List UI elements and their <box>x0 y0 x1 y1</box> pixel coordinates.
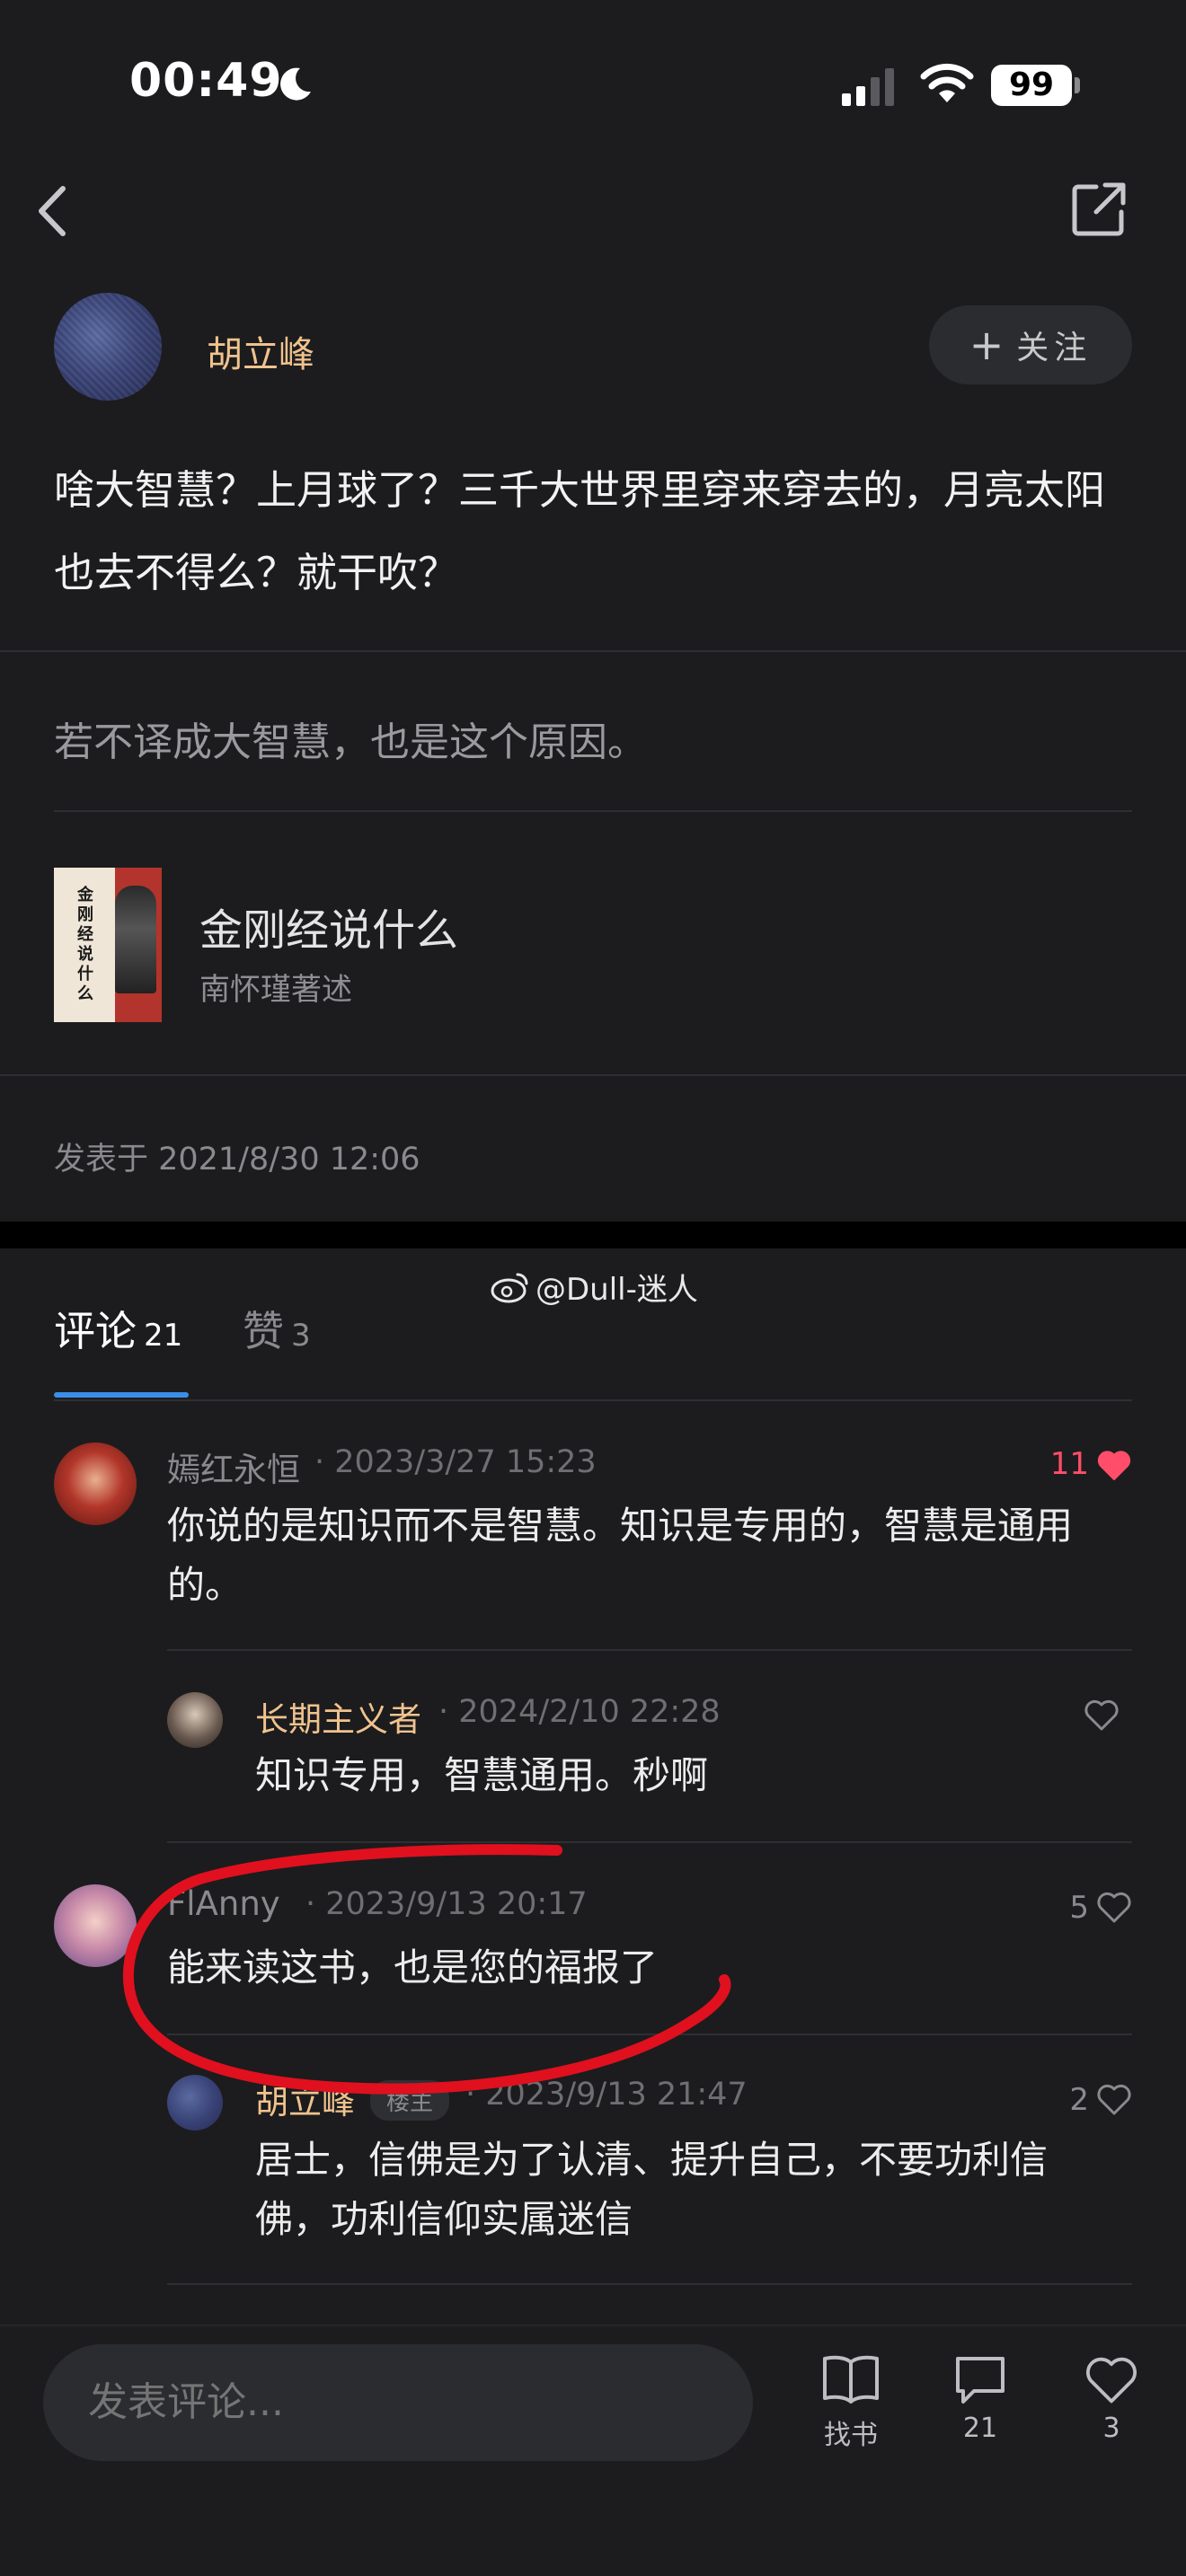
author-avatar[interactable] <box>54 293 162 401</box>
like-button[interactable]: 3 <box>1062 2353 1161 2444</box>
signal-icon <box>842 68 894 106</box>
divider <box>167 2283 1132 2285</box>
comment-date: · 2023/9/13 20:17 <box>305 1886 588 1922</box>
book-cover[interactable]: 金刚经说什么 <box>54 868 162 1022</box>
weibo-icon <box>491 1273 528 1302</box>
reply-date: · 2024/2/10 22:28 <box>438 1694 721 1730</box>
battery-indicator: 99 <box>991 65 1072 106</box>
comment-author[interactable]: 嫣红永恒 <box>167 1442 300 1491</box>
comment-text-line: 你说的是知识而不是智慧。知识是专用的，智慧是通用 <box>167 1504 1074 1548</box>
reply-author[interactable]: 长期主义者 <box>255 1692 421 1741</box>
share-icon[interactable] <box>1069 180 1128 239</box>
op-badge: 楼主 <box>370 2080 450 2121</box>
tab-comments-count: 21 <box>144 1318 183 1354</box>
book-title[interactable]: 金刚经说什么 <box>199 895 458 957</box>
heart-icon[interactable] <box>1096 2082 1132 2116</box>
reply-avatar[interactable] <box>167 1692 223 1748</box>
comment-author[interactable]: FlAnny <box>167 1884 280 1923</box>
reply-text: 知识专用，智慧通用。秒啊 <box>255 1753 709 1797</box>
tab-comments[interactable]: 评论 21 <box>54 1299 182 1358</box>
post-text: 啥大智慧？上月球了？三千大世界里穿来穿去的，月亮太阳也去不得么？就干吹？ <box>54 466 1106 596</box>
divider <box>167 2033 1132 2035</box>
status-time: 00:49 <box>129 54 283 108</box>
status-bar: 00:49 99 <box>0 0 1186 171</box>
post-date: 发表于 2021/8/30 12:06 <box>54 1142 420 1178</box>
comment-avatar[interactable] <box>54 1442 137 1525</box>
reply-avatar[interactable] <box>167 2075 223 2130</box>
comment-count-label: 21 <box>962 2413 998 2444</box>
tab-likes-count: 3 <box>291 1318 311 1354</box>
quote-text: 若不译成大智慧，也是这个原因。 <box>54 719 647 765</box>
book-cover-title: 金刚经说什么 <box>77 886 93 1003</box>
divider <box>167 1649 1132 1651</box>
book-icon <box>823 2355 879 2404</box>
reply-date: · 2023/9/13 21:47 <box>465 2077 748 2113</box>
moon-icon <box>280 67 311 101</box>
find-book-button[interactable]: 找书 <box>801 2353 900 2452</box>
tab-comments-label: 评论 <box>54 1307 137 1355</box>
tab-likes-label: 赞 <box>243 1307 284 1355</box>
divider <box>54 1399 1132 1401</box>
reply-text: 居士，信佛是为了认清、提升自己，不要功利信 佛，功利信仰实属迷信 <box>255 2130 1136 2249</box>
author-name[interactable]: 胡立峰 <box>207 325 314 377</box>
comment-icon <box>956 2357 1005 2404</box>
follow-button[interactable]: + 关注 <box>929 305 1132 384</box>
heart-icon[interactable] <box>1096 1448 1132 1482</box>
comment-count-button[interactable]: 21 <box>931 2353 1030 2444</box>
comment-avatar[interactable] <box>54 1884 137 1967</box>
comment-date: · 2023/3/27 15:23 <box>314 1444 597 1480</box>
comment-text-line: 的。 <box>167 1563 243 1607</box>
comment-text: 能来读这书，也是您的福报了 <box>167 1945 659 1989</box>
reply-text-line: 居士，信佛是为了认清、提升自己，不要功利信 <box>255 2138 1049 2182</box>
battery-tip <box>1075 77 1080 93</box>
follow-label: 关注 <box>1016 330 1093 366</box>
book-cover-portrait <box>115 886 156 993</box>
reply-author[interactable]: 胡立峰 <box>255 2075 355 2123</box>
section-gap <box>0 1222 1186 1248</box>
tab-likes[interactable]: 赞3 <box>243 1299 311 1358</box>
wifi-icon <box>920 63 974 102</box>
plus-icon: + <box>969 321 1005 369</box>
back-icon[interactable] <box>27 180 81 243</box>
reply-text-line: 佛，功利信仰实属迷信 <box>255 2197 633 2241</box>
tab-active-indicator <box>54 1392 189 1398</box>
watermark: @Dull-迷人 <box>491 1265 698 1309</box>
comment-like-count: 5 <box>1069 1890 1089 1926</box>
divider <box>0 650 1186 652</box>
comment-input[interactable] <box>43 2344 753 2461</box>
comment-text: 你说的是知识而不是智慧。知识是专用的，智慧是通用 的。 <box>167 1496 1137 1615</box>
like-count-label: 3 <box>1102 2413 1120 2444</box>
divider <box>167 1841 1132 1843</box>
reply-like-count: 2 <box>1069 2082 1089 2118</box>
heart-icon[interactable] <box>1096 1890 1132 1924</box>
heart-icon <box>1086 2357 1137 2404</box>
divider <box>0 1074 1186 1076</box>
watermark-text: @Dull-迷人 <box>535 1272 698 1308</box>
comment-like-count: 11 <box>1049 1446 1089 1482</box>
find-book-label: 找书 <box>824 2420 878 2451</box>
heart-icon[interactable] <box>1084 1698 1120 1732</box>
divider <box>54 810 1132 812</box>
book-author: 南怀瑾著述 <box>199 972 352 1008</box>
